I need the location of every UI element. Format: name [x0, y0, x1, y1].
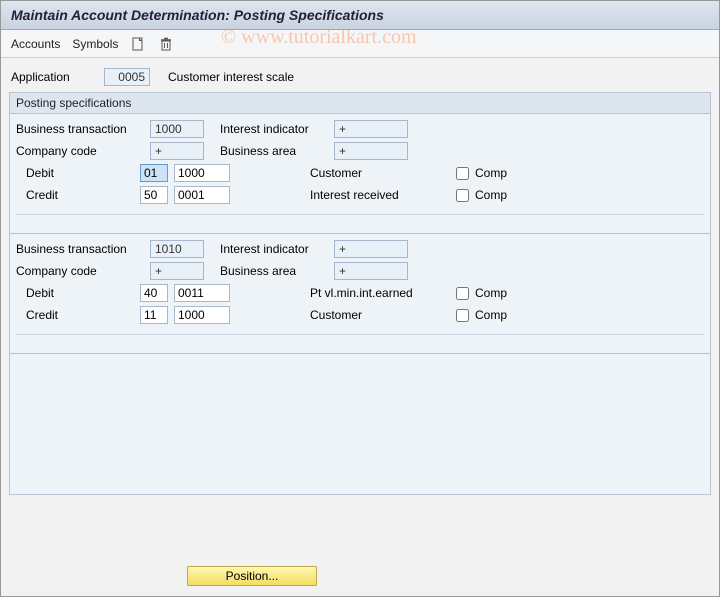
interest-indicator-label: Interest indicator	[220, 242, 328, 256]
credit-comp-checkbox[interactable]	[456, 189, 469, 202]
application-label: Application	[11, 70, 96, 84]
debit-key-input[interactable]	[140, 164, 168, 182]
business-transaction-label: Business transaction	[16, 242, 144, 256]
symbols-button[interactable]: Symbols	[72, 37, 118, 51]
credit-key-input[interactable]	[140, 306, 168, 324]
posting-spec-group: Posting specifications Business transact…	[9, 92, 711, 495]
credit-label: Credit	[16, 308, 134, 322]
posting-block: Business transaction 1010 Interest indic…	[10, 234, 710, 354]
accounts-button[interactable]: Accounts	[11, 37, 60, 51]
debit-desc: Pt vl.min.int.earned	[310, 286, 444, 300]
business-transaction-label: Business transaction	[16, 122, 144, 136]
company-code-value: +	[150, 142, 204, 160]
debit-desc: Customer	[310, 166, 444, 180]
interest-indicator-value: +	[334, 120, 408, 138]
sap-window: © www.tutorialkart.com Maintain Account …	[0, 0, 720, 597]
comp-label: Comp	[475, 166, 507, 180]
credit-desc: Customer	[310, 308, 444, 322]
posting-block: Business transaction 1000 Interest indic…	[10, 114, 710, 234]
comp-label: Comp	[475, 308, 507, 322]
toolbar: Accounts Symbols	[1, 30, 719, 58]
credit-key-input[interactable]	[140, 186, 168, 204]
page-title: Maintain Account Determination: Posting …	[1, 1, 719, 30]
empty-area	[10, 354, 710, 494]
group-title: Posting specifications	[10, 92, 710, 114]
company-code-value: +	[150, 262, 204, 280]
divider	[16, 334, 704, 335]
create-icon[interactable]	[130, 36, 146, 52]
content-area: Application 0005 Customer interest scale…	[1, 58, 719, 501]
debit-label: Debit	[16, 166, 134, 180]
business-transaction-value: 1000	[150, 120, 204, 138]
company-code-label: Company code	[16, 264, 144, 278]
debit-key-input[interactable]	[140, 284, 168, 302]
divider	[16, 214, 704, 215]
credit-comp-checkbox[interactable]	[456, 309, 469, 322]
business-transaction-value: 1010	[150, 240, 204, 258]
credit-acct-input[interactable]	[174, 306, 230, 324]
credit-label: Credit	[16, 188, 134, 202]
application-value: 0005	[104, 68, 150, 86]
application-desc: Customer interest scale	[168, 70, 294, 84]
debit-label: Debit	[16, 286, 134, 300]
position-button[interactable]: Position...	[187, 566, 317, 586]
business-area-label: Business area	[220, 144, 328, 158]
interest-indicator-label: Interest indicator	[220, 122, 328, 136]
delete-icon[interactable]	[158, 36, 174, 52]
credit-acct-input[interactable]	[174, 186, 230, 204]
business-area-value: +	[334, 262, 408, 280]
debit-comp-checkbox[interactable]	[456, 287, 469, 300]
interest-indicator-value: +	[334, 240, 408, 258]
company-code-label: Company code	[16, 144, 144, 158]
business-area-label: Business area	[220, 264, 328, 278]
debit-acct-input[interactable]	[174, 284, 230, 302]
comp-label: Comp	[475, 286, 507, 300]
comp-label: Comp	[475, 188, 507, 202]
business-area-value: +	[334, 142, 408, 160]
credit-desc: Interest received	[310, 188, 444, 202]
debit-comp-checkbox[interactable]	[456, 167, 469, 180]
debit-acct-input[interactable]	[174, 164, 230, 182]
